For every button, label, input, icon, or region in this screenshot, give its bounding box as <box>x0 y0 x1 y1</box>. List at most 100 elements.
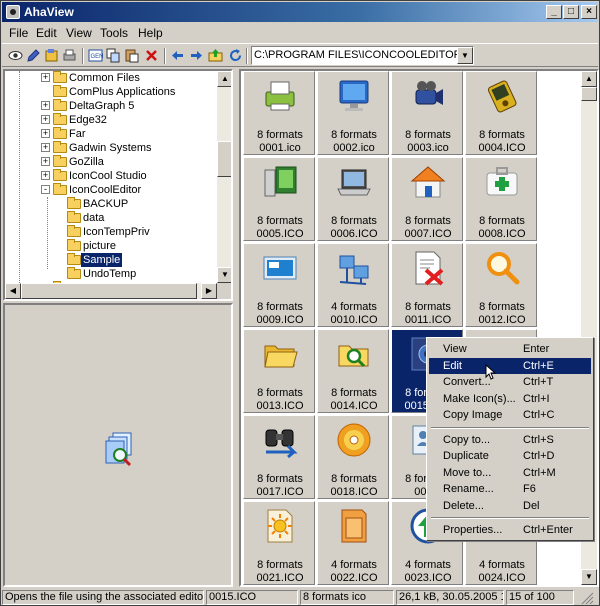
back-icon[interactable] <box>170 48 185 63</box>
thumbnail-cell[interactable]: 8 formats 0013.ICO <box>243 329 315 413</box>
collapse-icon[interactable]: - <box>41 185 50 194</box>
menu-file[interactable]: File <box>9 26 28 40</box>
menu-separator <box>431 426 589 429</box>
folder-icon <box>53 141 67 153</box>
network-icon <box>339 255 369 285</box>
minimize-button[interactable]: _ <box>546 5 562 19</box>
title-bar[interactable]: AhaView _ □ × <box>2 2 598 22</box>
thumbnail-cell[interactable]: 8 formats 0003.ico <box>391 71 463 155</box>
computer-icon <box>264 166 297 197</box>
thumbnail-format-count: 8 formats <box>405 215 451 227</box>
context-menu-item[interactable]: Delete... Del <box>429 498 591 514</box>
thumbnail-format-count: 4 formats <box>479 559 525 571</box>
main-window: AhaView _ □ × File Edit View Tools Help … <box>0 0 600 606</box>
thumbnail-cell[interactable]: 8 formats 0011.ICO <box>391 243 463 327</box>
scroll-up-icon[interactable]: ▲ <box>581 71 597 87</box>
folder-icon <box>53 99 67 111</box>
thumbnail-filename: 0017.ICO <box>256 486 304 498</box>
folder-icon <box>53 71 67 83</box>
thumbnail-cell[interactable]: 8 formats 0005.ICO <box>243 157 315 241</box>
menu-item-label: Rename... <box>443 483 494 495</box>
thumbnail-cell[interactable]: 8 formats 0009.ICO <box>243 243 315 327</box>
paste-icon[interactable] <box>124 48 139 63</box>
maximize-button[interactable]: □ <box>563 5 579 19</box>
context-menu-item[interactable]: Properties... Ctrl+Enter <box>429 522 591 538</box>
menu-edit[interactable]: Edit <box>36 26 57 40</box>
expand-icon[interactable]: + <box>41 157 50 166</box>
context-menu-item[interactable]: Move to... Ctrl+M <box>429 465 591 481</box>
tree-line <box>47 197 48 269</box>
fit-icon[interactable]: GEN <box>88 48 103 63</box>
laptop-icon <box>337 169 371 196</box>
context-menu-item[interactable]: Make Icon(s)... Ctrl+I <box>429 391 591 407</box>
delete-icon[interactable] <box>144 48 159 63</box>
up-folder-icon[interactable] <box>208 48 223 63</box>
expand-icon[interactable]: + <box>41 101 50 110</box>
thumbnail-cell[interactable]: 4 formats 0022.ICO <box>317 501 389 585</box>
folder-icon <box>67 253 81 265</box>
expand-icon[interactable]: + <box>41 115 50 124</box>
menu-tools[interactable]: Tools <box>100 26 128 40</box>
thumbnail-cell[interactable]: 4 formats 0010.ICO <box>317 243 389 327</box>
thumbnail-filename: 0008.ICO <box>478 228 526 240</box>
thumbnail-cell[interactable]: 8 formats 0001.ico <box>243 71 315 155</box>
window-title: AhaView <box>24 5 74 19</box>
print-icon[interactable] <box>62 48 77 63</box>
context-menu-item[interactable]: Rename... F6 <box>429 481 591 497</box>
thumbnail-format-count: 8 formats <box>479 215 525 227</box>
thumbnail-filename: 0004.ICO <box>478 142 526 154</box>
context-menu-item[interactable]: Copy Image Ctrl+C <box>429 407 591 423</box>
context-menu-item[interactable]: View Enter <box>429 341 591 357</box>
expand-icon[interactable]: + <box>41 73 50 82</box>
expand-icon[interactable]: + <box>41 143 50 152</box>
thumbnail-cell[interactable]: 8 formats 0004.ICO <box>465 71 537 155</box>
context-menu-item[interactable]: Edit Ctrl+E <box>429 357 591 374</box>
chevron-down-icon[interactable]: ▼ <box>457 47 473 64</box>
thumbnail-cell[interactable]: 8 formats 0008.ICO <box>465 157 537 241</box>
scroll-right-icon[interactable]: ▶ <box>201 283 217 299</box>
scroll-thumb[interactable] <box>217 141 231 177</box>
pda-icon <box>487 80 517 113</box>
expand-icon[interactable]: + <box>41 129 50 138</box>
thumbnail-cell[interactable]: 8 formats 0017.ICO <box>243 415 315 499</box>
scroll-thumb[interactable] <box>581 87 597 101</box>
tree-horizontal-scrollbar[interactable]: ◀ ▶ <box>5 283 217 299</box>
thumbnail-cell[interactable]: 8 formats 0002.ico <box>317 71 389 155</box>
status-count: 15 of 100 <box>506 590 574 605</box>
svg-text:GEN: GEN <box>91 54 104 60</box>
thumbnail-filename: 0001.ico <box>259 142 301 154</box>
close-button[interactable]: × <box>581 5 597 19</box>
tree-vertical-scrollbar[interactable]: ▲ ▼ <box>217 71 231 283</box>
convert-icon[interactable] <box>44 48 59 63</box>
thumbnail-cell[interactable]: 8 formats 0012.ICO <box>465 243 537 327</box>
context-menu-item[interactable]: Duplicate Ctrl+D <box>429 448 591 464</box>
refresh-icon[interactable] <box>228 48 243 63</box>
thumbnail-cell[interactable]: 8 formats 0006.ICO <box>317 157 389 241</box>
context-menu-item[interactable]: Copy to... Ctrl+S <box>429 432 591 448</box>
scroll-thumb[interactable] <box>21 283 197 299</box>
thumbnail-filename: 0010.ICO <box>330 314 378 326</box>
scroll-up-icon[interactable]: ▲ <box>217 71 231 87</box>
scroll-down-icon[interactable]: ▼ <box>581 569 597 585</box>
menu-item-label: Properties... <box>443 524 503 536</box>
expand-icon[interactable]: + <box>41 171 50 180</box>
menu-item-label: View <box>443 343 467 355</box>
thumbnail-cell[interactable]: 8 formats 0018.ICO <box>317 415 389 499</box>
thumbnail-cell[interactable]: 8 formats 0021.ICO <box>243 501 315 585</box>
scroll-down-icon[interactable]: ▼ <box>217 267 231 283</box>
copy-icon[interactable] <box>106 48 121 63</box>
app-eye-icon[interactable] <box>6 5 20 19</box>
path-combobox[interactable]: C:\PROGRAM FILES\ICONCOOLEDITOR\S ▼ <box>251 46 474 65</box>
view-icon[interactable] <box>8 48 23 63</box>
menu-view[interactable]: View <box>66 26 92 40</box>
folder-tree[interactable]: + Common Files ComPlus Applications + DeltaG… <box>3 69 233 301</box>
thumbnail-cell[interactable]: 8 formats 0014.ICO <box>317 329 389 413</box>
scroll-left-icon[interactable]: ◀ <box>5 283 21 299</box>
thumbnail-cell[interactable]: 8 formats 0007.ICO <box>391 157 463 241</box>
menu-item-shortcut: Enter <box>523 343 550 355</box>
menu-help[interactable]: Help <box>138 26 163 40</box>
edit-icon[interactable] <box>26 48 41 63</box>
resize-grip-icon[interactable] <box>580 592 594 605</box>
forward-icon[interactable] <box>189 48 204 63</box>
context-menu-item[interactable]: Convert... Ctrl+T <box>429 374 591 390</box>
